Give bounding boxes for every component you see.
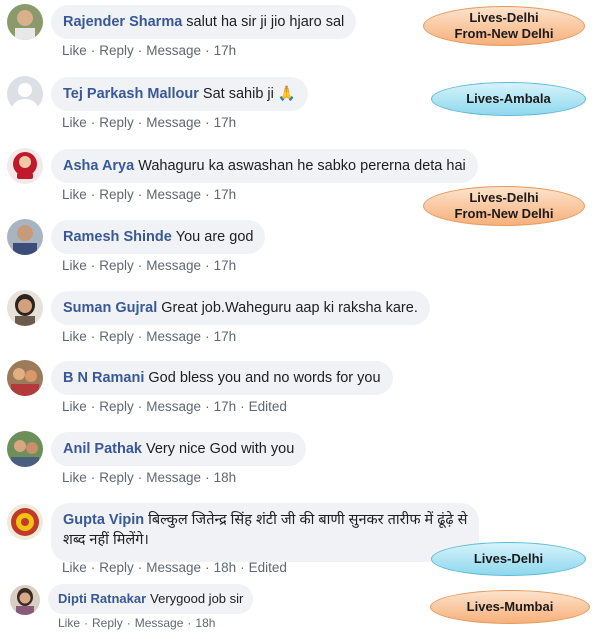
comment-text: Verygood job sir: [150, 591, 244, 606]
like-link[interactable]: Like: [62, 470, 87, 485]
location-tag: Lives-Delhi: [431, 542, 586, 576]
reply-link[interactable]: Reply: [99, 470, 134, 485]
message-link[interactable]: Message: [146, 258, 201, 273]
message-link[interactable]: Message: [146, 329, 201, 344]
reply-link[interactable]: Reply: [99, 115, 134, 130]
comment-text: God bless you and no words for you: [148, 370, 381, 386]
comment-bubble: Dipti Ratnakar Verygood job sir: [48, 584, 254, 614]
comment-author[interactable]: Asha Arya: [63, 158, 134, 174]
avatar[interactable]: [7, 219, 43, 255]
avatar[interactable]: [10, 585, 40, 615]
avatar[interactable]: [7, 360, 43, 396]
comment-author[interactable]: Gupta Vipin: [63, 512, 144, 528]
comment-author[interactable]: Ramesh Shinde: [63, 229, 172, 245]
comment-bubble: Rajender Sharma salut ha sir ji jio hjaro…: [51, 5, 357, 39]
comment-text-continued: शब्द नहीं मिलेंगे।: [63, 532, 149, 548]
location-tag: Lives-Delhi From-New Delhi: [423, 6, 585, 46]
comment-bubble: Asha Arya Wahaguru ka aswashan he sabko p…: [51, 149, 478, 183]
reply-link[interactable]: Reply: [99, 399, 134, 414]
comment-text: Great job.Waheguru aap ki raksha kare.: [161, 300, 418, 316]
like-link[interactable]: Like: [62, 115, 87, 130]
reply-link[interactable]: Reply: [92, 616, 123, 630]
comment-actions: Like · Reply · Message · 17h: [62, 115, 237, 130]
edited-label[interactable]: Edited: [249, 560, 287, 575]
location-tag: Lives-Delhi From-New Delhi: [423, 186, 585, 226]
message-link[interactable]: Message: [135, 616, 184, 630]
comment-text: Sat sahib ji 🙏: [202, 86, 296, 102]
timestamp[interactable]: 17h: [214, 329, 237, 344]
avatar[interactable]: [7, 504, 43, 540]
avatar[interactable]: [7, 76, 43, 112]
avatar[interactable]: [7, 4, 43, 40]
reply-link[interactable]: Reply: [99, 187, 134, 202]
timestamp[interactable]: 18h: [195, 616, 215, 630]
reply-link[interactable]: Reply: [99, 329, 134, 344]
comment-actions: Like · Reply · Message · 18h · Edited: [62, 560, 287, 575]
reply-link[interactable]: Reply: [99, 43, 134, 58]
comment-text: बिल्कुल जितेन्द्र सिंह शंटी जी की बाणी स…: [148, 512, 468, 528]
comment-text: Very nice God with you: [145, 441, 295, 457]
timestamp[interactable]: 17h: [214, 187, 237, 202]
message-link[interactable]: Message: [146, 43, 201, 58]
comment-actions: Like · Reply · Message · 17h: [62, 187, 237, 202]
comment-text: Wahaguru ka aswashan he sabko pererna de…: [138, 158, 466, 174]
timestamp[interactable]: 18h: [214, 560, 237, 575]
comment-actions: Like · Reply · Message · 17h: [62, 258, 237, 273]
comment-bubble: Suman Gujral Great job.Waheguru aap ki ra…: [51, 291, 430, 325]
comment-author[interactable]: Tej Parkash Mallour: [63, 86, 199, 102]
like-link[interactable]: Like: [58, 616, 80, 630]
edited-label[interactable]: Edited: [249, 399, 287, 414]
comment-author[interactable]: Anil Pathak: [63, 441, 142, 457]
like-link[interactable]: Like: [62, 560, 87, 575]
comment-author[interactable]: Rajender Sharma: [63, 14, 182, 30]
comment-bubble: Tej Parkash Mallour Sat sahib ji 🙏: [51, 77, 308, 111]
comment-actions: Like · Reply · Message · 18h: [62, 470, 237, 485]
avatar[interactable]: [7, 431, 43, 467]
comment-text: salut ha sir ji jio hjaro sal: [186, 14, 345, 30]
avatar[interactable]: [7, 290, 43, 326]
avatar[interactable]: [7, 148, 43, 184]
like-link[interactable]: Like: [62, 399, 87, 414]
comment-text: You are god: [175, 229, 254, 245]
message-link[interactable]: Message: [146, 115, 201, 130]
reply-link[interactable]: Reply: [99, 560, 134, 575]
timestamp[interactable]: 17h: [214, 258, 237, 273]
like-link[interactable]: Like: [62, 43, 87, 58]
message-link[interactable]: Message: [146, 187, 201, 202]
like-link[interactable]: Like: [62, 258, 87, 273]
message-link[interactable]: Message: [146, 470, 201, 485]
comment-author[interactable]: B N Ramani: [63, 370, 144, 386]
timestamp[interactable]: 17h: [214, 43, 237, 58]
message-link[interactable]: Message: [146, 399, 201, 414]
comment-bubble: B N Ramani God bless you and no words for…: [51, 361, 393, 395]
comment-actions: Like · Reply · Message · 17h: [62, 43, 237, 58]
comment-bubble: Anil Pathak Very nice God with you: [51, 432, 307, 466]
comment-bubble: Gupta Vipin बिल्कुल जितेन्द्र सिंह शंटी ज…: [51, 503, 480, 562]
comment-author[interactable]: Dipti Ratnakar: [58, 591, 146, 606]
location-tag: Lives-Ambala: [431, 82, 586, 116]
comment-bubble: Ramesh Shinde You are god: [51, 220, 266, 254]
reply-link[interactable]: Reply: [99, 258, 134, 273]
like-link[interactable]: Like: [62, 187, 87, 202]
comment-actions: Like · Reply · Message · 18h: [58, 616, 216, 630]
timestamp[interactable]: 17h: [214, 115, 237, 130]
comment-author[interactable]: Suman Gujral: [63, 300, 157, 316]
location-tag: Lives-Mumbai: [430, 590, 590, 624]
comment-actions: Like · Reply · Message · 17h: [62, 329, 237, 344]
comment-actions: Like · Reply · Message · 17h · Edited: [62, 399, 287, 414]
like-link[interactable]: Like: [62, 329, 87, 344]
timestamp[interactable]: 18h: [214, 470, 237, 485]
message-link[interactable]: Message: [146, 560, 201, 575]
timestamp[interactable]: 17h: [214, 399, 237, 414]
